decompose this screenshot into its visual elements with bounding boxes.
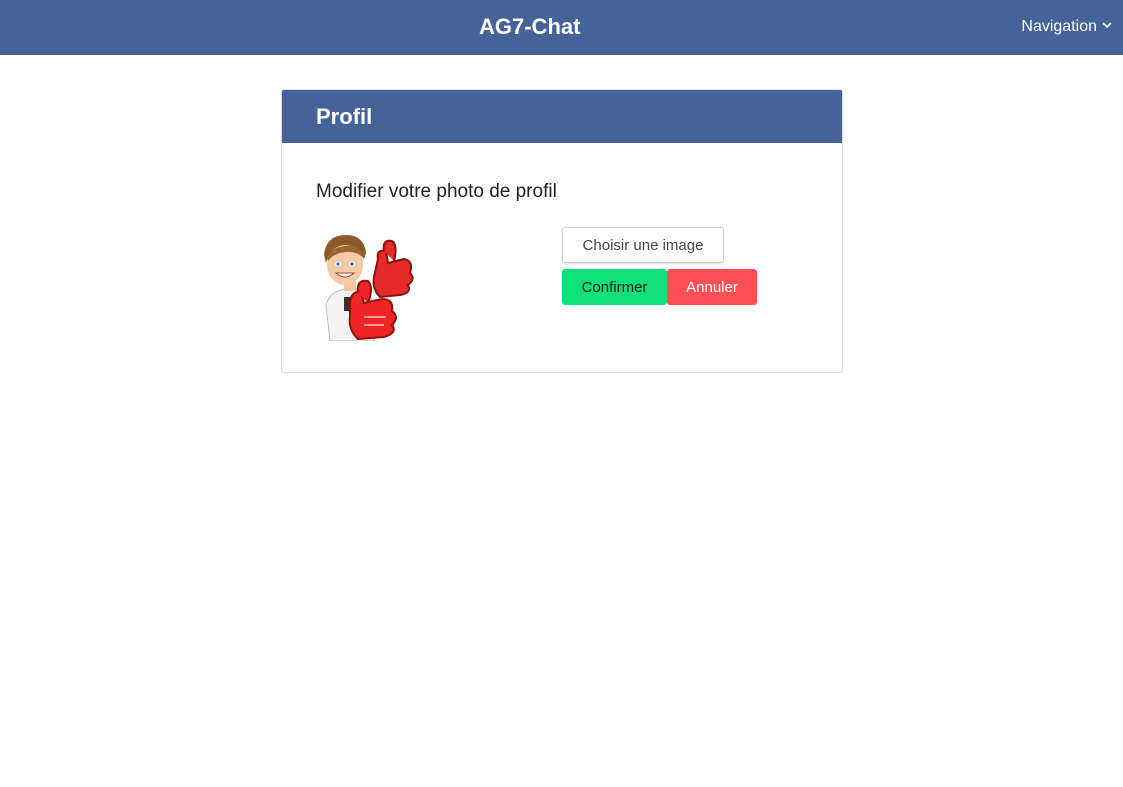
app-brand[interactable]: AG7-Chat <box>479 13 580 41</box>
profile-avatar-image <box>320 233 430 342</box>
card-title: Profil <box>316 104 373 129</box>
choose-image-button[interactable]: Choisir une image <box>562 227 724 263</box>
top-navbar: AG7-Chat Navigation <box>0 0 1123 55</box>
change-photo-heading: Modifier votre photo de profil <box>316 181 557 202</box>
navigation-label: Navigation <box>1021 18 1097 35</box>
cancel-button[interactable]: Annuler <box>667 269 757 305</box>
profile-card: Profil Modifier votre photo de profil Ch… <box>281 89 843 373</box>
confirm-button[interactable]: Confirmer <box>562 269 667 305</box>
card-header: Profil <box>282 90 842 143</box>
navigation-dropdown[interactable]: Navigation <box>1021 17 1113 37</box>
chevron-down-icon <box>1101 16 1113 36</box>
